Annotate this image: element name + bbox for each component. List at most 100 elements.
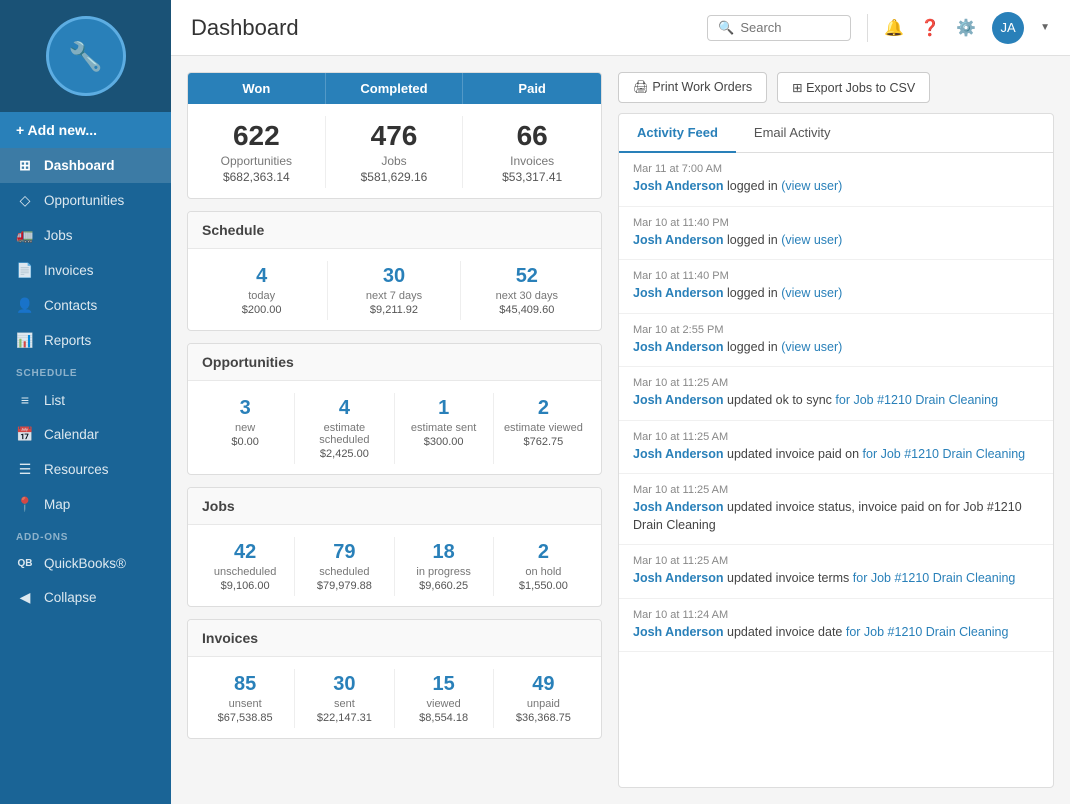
header: Dashboard 🔍 🔔 ❓ ⚙️ JA ▼ xyxy=(171,0,1070,56)
print-work-orders-button[interactable]: 🖨 Print Work Orders xyxy=(618,72,767,103)
job-scheduled[interactable]: 79 scheduled $79,979.88 xyxy=(295,537,394,596)
inv-unpaid[interactable]: 49 unpaid $36,368.75 xyxy=(494,669,593,728)
schedule-header: Schedule xyxy=(188,212,601,249)
feed-item-user[interactable]: Josh Anderson xyxy=(633,340,724,354)
feed-item-link[interactable]: for Job #1210 Drain Cleaning xyxy=(853,571,1016,585)
opp-new[interactable]: 3 new $0.00 xyxy=(196,393,295,464)
schedule-30days-num: 52 xyxy=(467,265,587,288)
feed-item-action: logged in xyxy=(724,340,782,354)
opp-new-sub: new xyxy=(202,422,288,434)
inv-unsent[interactable]: 85 unsent $67,538.85 xyxy=(196,669,295,728)
feed-item: Mar 10 at 11:24 AMJosh Anderson updated … xyxy=(619,599,1053,653)
sidebar-item-reports[interactable]: 📊 Reports xyxy=(0,323,171,358)
inv-unsent-num: 85 xyxy=(202,673,288,696)
avatar-initial: JA xyxy=(1001,20,1016,35)
help-icon[interactable]: ❓ xyxy=(920,18,940,38)
feed-item-user[interactable]: Josh Anderson xyxy=(633,179,724,193)
feed-item: Mar 10 at 11:40 PMJosh Anderson logged i… xyxy=(619,207,1053,261)
body: Won Completed Paid 622 Opportunities $68… xyxy=(171,56,1070,804)
sidebar-item-quickbooks[interactable]: QB QuickBooks® xyxy=(0,547,171,580)
stats-col-paid: 66 Invoices $53,317.41 xyxy=(463,116,601,188)
inv-sent[interactable]: 30 sent $22,147.31 xyxy=(295,669,394,728)
add-new-button[interactable]: + Add new... xyxy=(0,112,171,148)
search-box[interactable]: 🔍 xyxy=(707,15,851,41)
user-avatar[interactable]: JA xyxy=(992,12,1024,44)
schedule-30days-amt: $45,409.60 xyxy=(467,304,587,316)
sidebar-item-label: Calendar xyxy=(44,427,99,442)
sidebar-item-list[interactable]: ≡ List xyxy=(0,383,171,417)
sidebar-item-label: Resources xyxy=(44,462,109,477)
sidebar-item-label: List xyxy=(44,393,65,408)
sidebar-item-opportunities[interactable]: ◇ Opportunities xyxy=(0,183,171,218)
logo-area: 🔧 xyxy=(0,0,171,112)
sidebar-item-calendar[interactable]: 📅 Calendar xyxy=(0,417,171,452)
opp-est-viewed-num: 2 xyxy=(500,397,587,420)
job-on-hold[interactable]: 2 on hold $1,550.00 xyxy=(494,537,593,596)
feed-item-link[interactable]: for Job #1210 Drain Cleaning xyxy=(863,447,1026,461)
inv-viewed[interactable]: 15 viewed $8,554.18 xyxy=(395,669,494,728)
jobs-icon: 🚛 xyxy=(16,227,34,244)
notifications-icon[interactable]: 🔔 xyxy=(884,18,904,38)
job-unscheduled[interactable]: 42 unscheduled $9,106.00 xyxy=(196,537,295,596)
feed-item-link[interactable]: (view user) xyxy=(781,233,842,247)
feed-item-user[interactable]: Josh Anderson xyxy=(633,447,724,461)
collapse-icon: ◀ xyxy=(16,589,34,606)
reports-icon: 📊 xyxy=(16,332,34,349)
feed-tabs: Activity Feed Email Activity xyxy=(619,114,1053,153)
inv-unpaid-num: 49 xyxy=(500,673,587,696)
opp-est-viewed[interactable]: 2 estimate viewed $762.75 xyxy=(494,393,593,464)
user-chevron-icon[interactable]: ▼ xyxy=(1040,22,1050,33)
feed-item-action: updated invoice date xyxy=(724,625,846,639)
tab-email-activity[interactable]: Email Activity xyxy=(736,114,849,153)
opp-new-amt: $0.00 xyxy=(202,436,288,448)
quickbooks-icon: QB xyxy=(16,558,34,569)
opportunities-body: 3 new $0.00 4 estimate scheduled $2,425.… xyxy=(188,381,601,474)
job-sched-amt: $79,979.88 xyxy=(301,580,387,592)
sidebar-item-map[interactable]: 📍 Map xyxy=(0,487,171,522)
feed-item: Mar 10 at 11:25 AMJosh Anderson updated … xyxy=(619,474,1053,545)
job-unsched-amt: $9,106.00 xyxy=(202,580,288,592)
feed-item-link[interactable]: for Job #1210 Drain Cleaning xyxy=(846,625,1009,639)
export-jobs-button[interactable]: ⊞ Export Jobs to CSV xyxy=(777,72,930,103)
feed-item-user[interactable]: Josh Anderson xyxy=(633,500,724,514)
feed-item-user[interactable]: Josh Anderson xyxy=(633,625,724,639)
opp-est-sent[interactable]: 1 estimate sent $300.00 xyxy=(395,393,494,464)
job-in-progress[interactable]: 18 in progress $9,660.25 xyxy=(395,537,494,596)
feed-item-link[interactable]: (view user) xyxy=(781,340,842,354)
opp-est-scheduled[interactable]: 4 estimate scheduled $2,425.00 xyxy=(295,393,394,464)
job-unsched-sub: unscheduled xyxy=(202,566,288,578)
sidebar-item-jobs[interactable]: 🚛 Jobs xyxy=(0,218,171,253)
invoices-body: 85 unsent $67,538.85 30 sent $22,147.31 … xyxy=(188,657,601,738)
inv-viewed-amt: $8,554.18 xyxy=(401,712,487,724)
sidebar-item-dashboard[interactable]: ⊞ Dashboard xyxy=(0,148,171,183)
schedule-30days[interactable]: 52 next 30 days $45,409.60 xyxy=(461,261,593,320)
sidebar-item-invoices[interactable]: 📄 Invoices xyxy=(0,253,171,288)
feed-item-user[interactable]: Josh Anderson xyxy=(633,393,724,407)
opp-est-viewed-sub: estimate viewed xyxy=(500,422,587,434)
schedule-7days-num: 30 xyxy=(334,265,453,288)
sidebar-item-label: Reports xyxy=(44,333,91,348)
stats-bar: Won Completed Paid 622 Opportunities $68… xyxy=(187,72,602,199)
feed-item-link[interactable]: (view user) xyxy=(781,179,842,193)
feed-item-user[interactable]: Josh Anderson xyxy=(633,571,724,585)
inv-unpaid-sub: unpaid xyxy=(500,698,587,710)
schedule-section-label: SCHEDULE xyxy=(0,358,171,383)
feed-item-link[interactable]: (view user) xyxy=(781,286,842,300)
opportunities-card: Opportunities 3 new $0.00 4 estimate sch… xyxy=(187,343,602,475)
feed-item-user[interactable]: Josh Anderson xyxy=(633,233,724,247)
feed-item-text: Josh Anderson updated invoice terms for … xyxy=(633,570,1039,588)
inv-unpaid-amt: $36,368.75 xyxy=(500,712,587,724)
feed-item-user[interactable]: Josh Anderson xyxy=(633,286,724,300)
tab-activity-feed[interactable]: Activity Feed xyxy=(619,114,736,153)
sidebar-item-collapse[interactable]: ◀ Collapse xyxy=(0,580,171,615)
search-input[interactable] xyxy=(740,20,840,35)
dashboard-icon: ⊞ xyxy=(16,157,34,174)
settings-icon[interactable]: ⚙️ xyxy=(956,18,976,38)
feed-item-time: Mar 10 at 11:40 PM xyxy=(633,270,1039,282)
sidebar-item-contacts[interactable]: 👤 Contacts xyxy=(0,288,171,323)
schedule-today[interactable]: 4 today $200.00 xyxy=(196,261,328,320)
schedule-7days[interactable]: 30 next 7 days $9,211.92 xyxy=(328,261,460,320)
feed-item: Mar 10 at 11:25 AMJosh Anderson updated … xyxy=(619,367,1053,421)
sidebar-item-resources[interactable]: ☰ Resources xyxy=(0,452,171,487)
feed-item-link[interactable]: for Job #1210 Drain Cleaning xyxy=(835,393,998,407)
